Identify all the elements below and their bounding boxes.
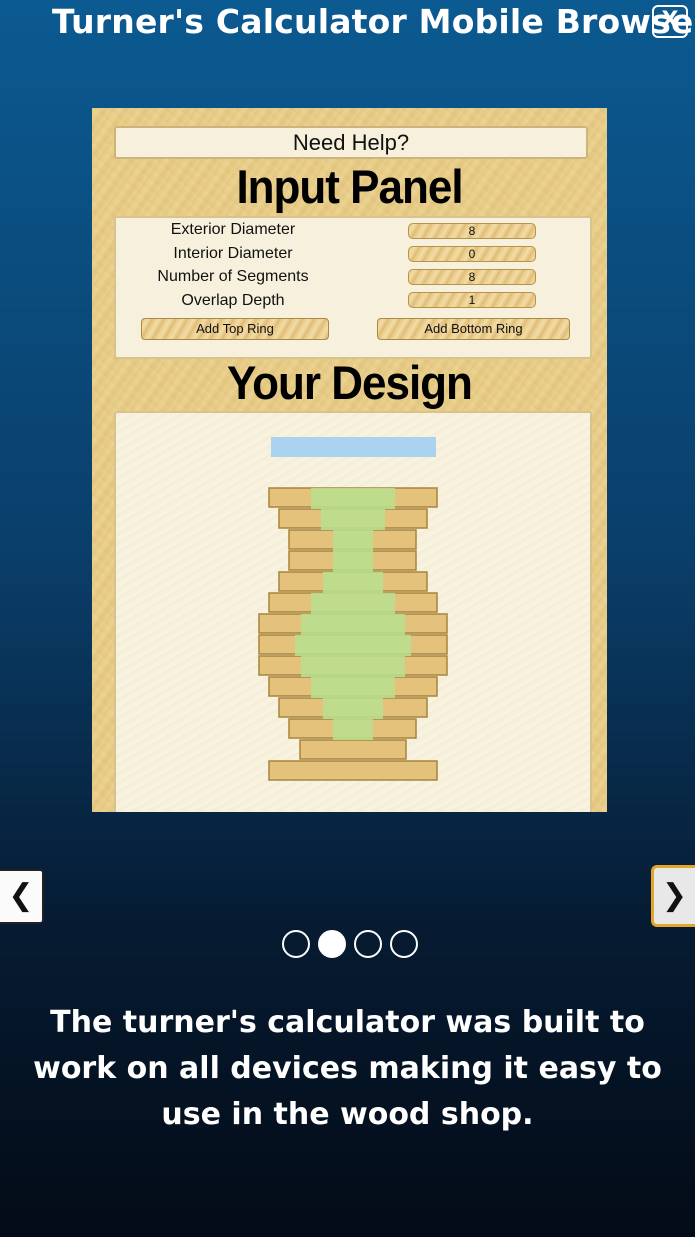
- vessel-inner-profile: [301, 656, 405, 677]
- vessel-inner-profile: [295, 635, 411, 656]
- design-preview: [114, 411, 592, 812]
- vessel-inner-profile: [323, 572, 383, 593]
- vessel-inner-profile: [323, 698, 383, 719]
- exterior-diameter-input[interactable]: 8: [408, 223, 536, 239]
- slide-indicator: [282, 930, 422, 960]
- app-title: Turner's Calculator Mobile Browser: [52, 2, 695, 41]
- slide-dot-2[interactable]: [318, 930, 346, 958]
- input-panel: Exterior Diameter 8 Interior Diameter 0 …: [114, 216, 592, 359]
- vessel-inner-profile: [311, 677, 395, 698]
- slide-dot-3[interactable]: [354, 930, 382, 958]
- number-of-segments-input[interactable]: 8: [408, 269, 536, 285]
- your-design-heading: Your Design: [227, 357, 473, 410]
- vessel-inner-profile: [333, 551, 373, 572]
- number-of-segments-label: Number of Segments: [157, 268, 309, 285]
- top-ring-marker: [271, 437, 436, 457]
- caption-text: The turner's calculator was built to wor…: [33, 1005, 662, 1132]
- close-button[interactable]: X: [652, 5, 688, 38]
- slide-dot-4[interactable]: [390, 930, 418, 958]
- add-top-ring-button[interactable]: Add Top Ring: [141, 318, 329, 340]
- exterior-diameter-label: Exterior Diameter: [170, 221, 296, 238]
- vessel-inner-profile: [311, 593, 395, 614]
- interior-diameter-input[interactable]: 0: [408, 246, 536, 262]
- vessel-ring: [268, 760, 438, 781]
- slide-image: Need Help? Input Panel Exterior Diameter…: [92, 108, 607, 812]
- slide-dot-1[interactable]: [282, 930, 310, 958]
- input-panel-heading: Input Panel: [236, 161, 463, 214]
- need-help-button[interactable]: Need Help?: [114, 126, 588, 159]
- overlap-depth-input[interactable]: 1: [408, 292, 536, 308]
- vessel-inner-profile: [311, 488, 395, 509]
- vessel-diagram: [258, 437, 448, 781]
- add-bottom-ring-button[interactable]: Add Bottom Ring: [377, 318, 570, 340]
- next-slide-button[interactable]: ❯: [651, 865, 695, 927]
- interior-diameter-label: Interior Diameter: [173, 245, 293, 262]
- overlap-depth-label: Overlap Depth: [181, 292, 285, 309]
- vessel-inner-profile: [321, 509, 385, 530]
- vessel-inner-profile: [333, 719, 373, 740]
- vessel-inner-profile: [333, 530, 373, 551]
- vessel-inner-profile: [301, 614, 405, 635]
- vessel-ring: [299, 739, 407, 760]
- previous-slide-button[interactable]: ❮: [0, 869, 44, 924]
